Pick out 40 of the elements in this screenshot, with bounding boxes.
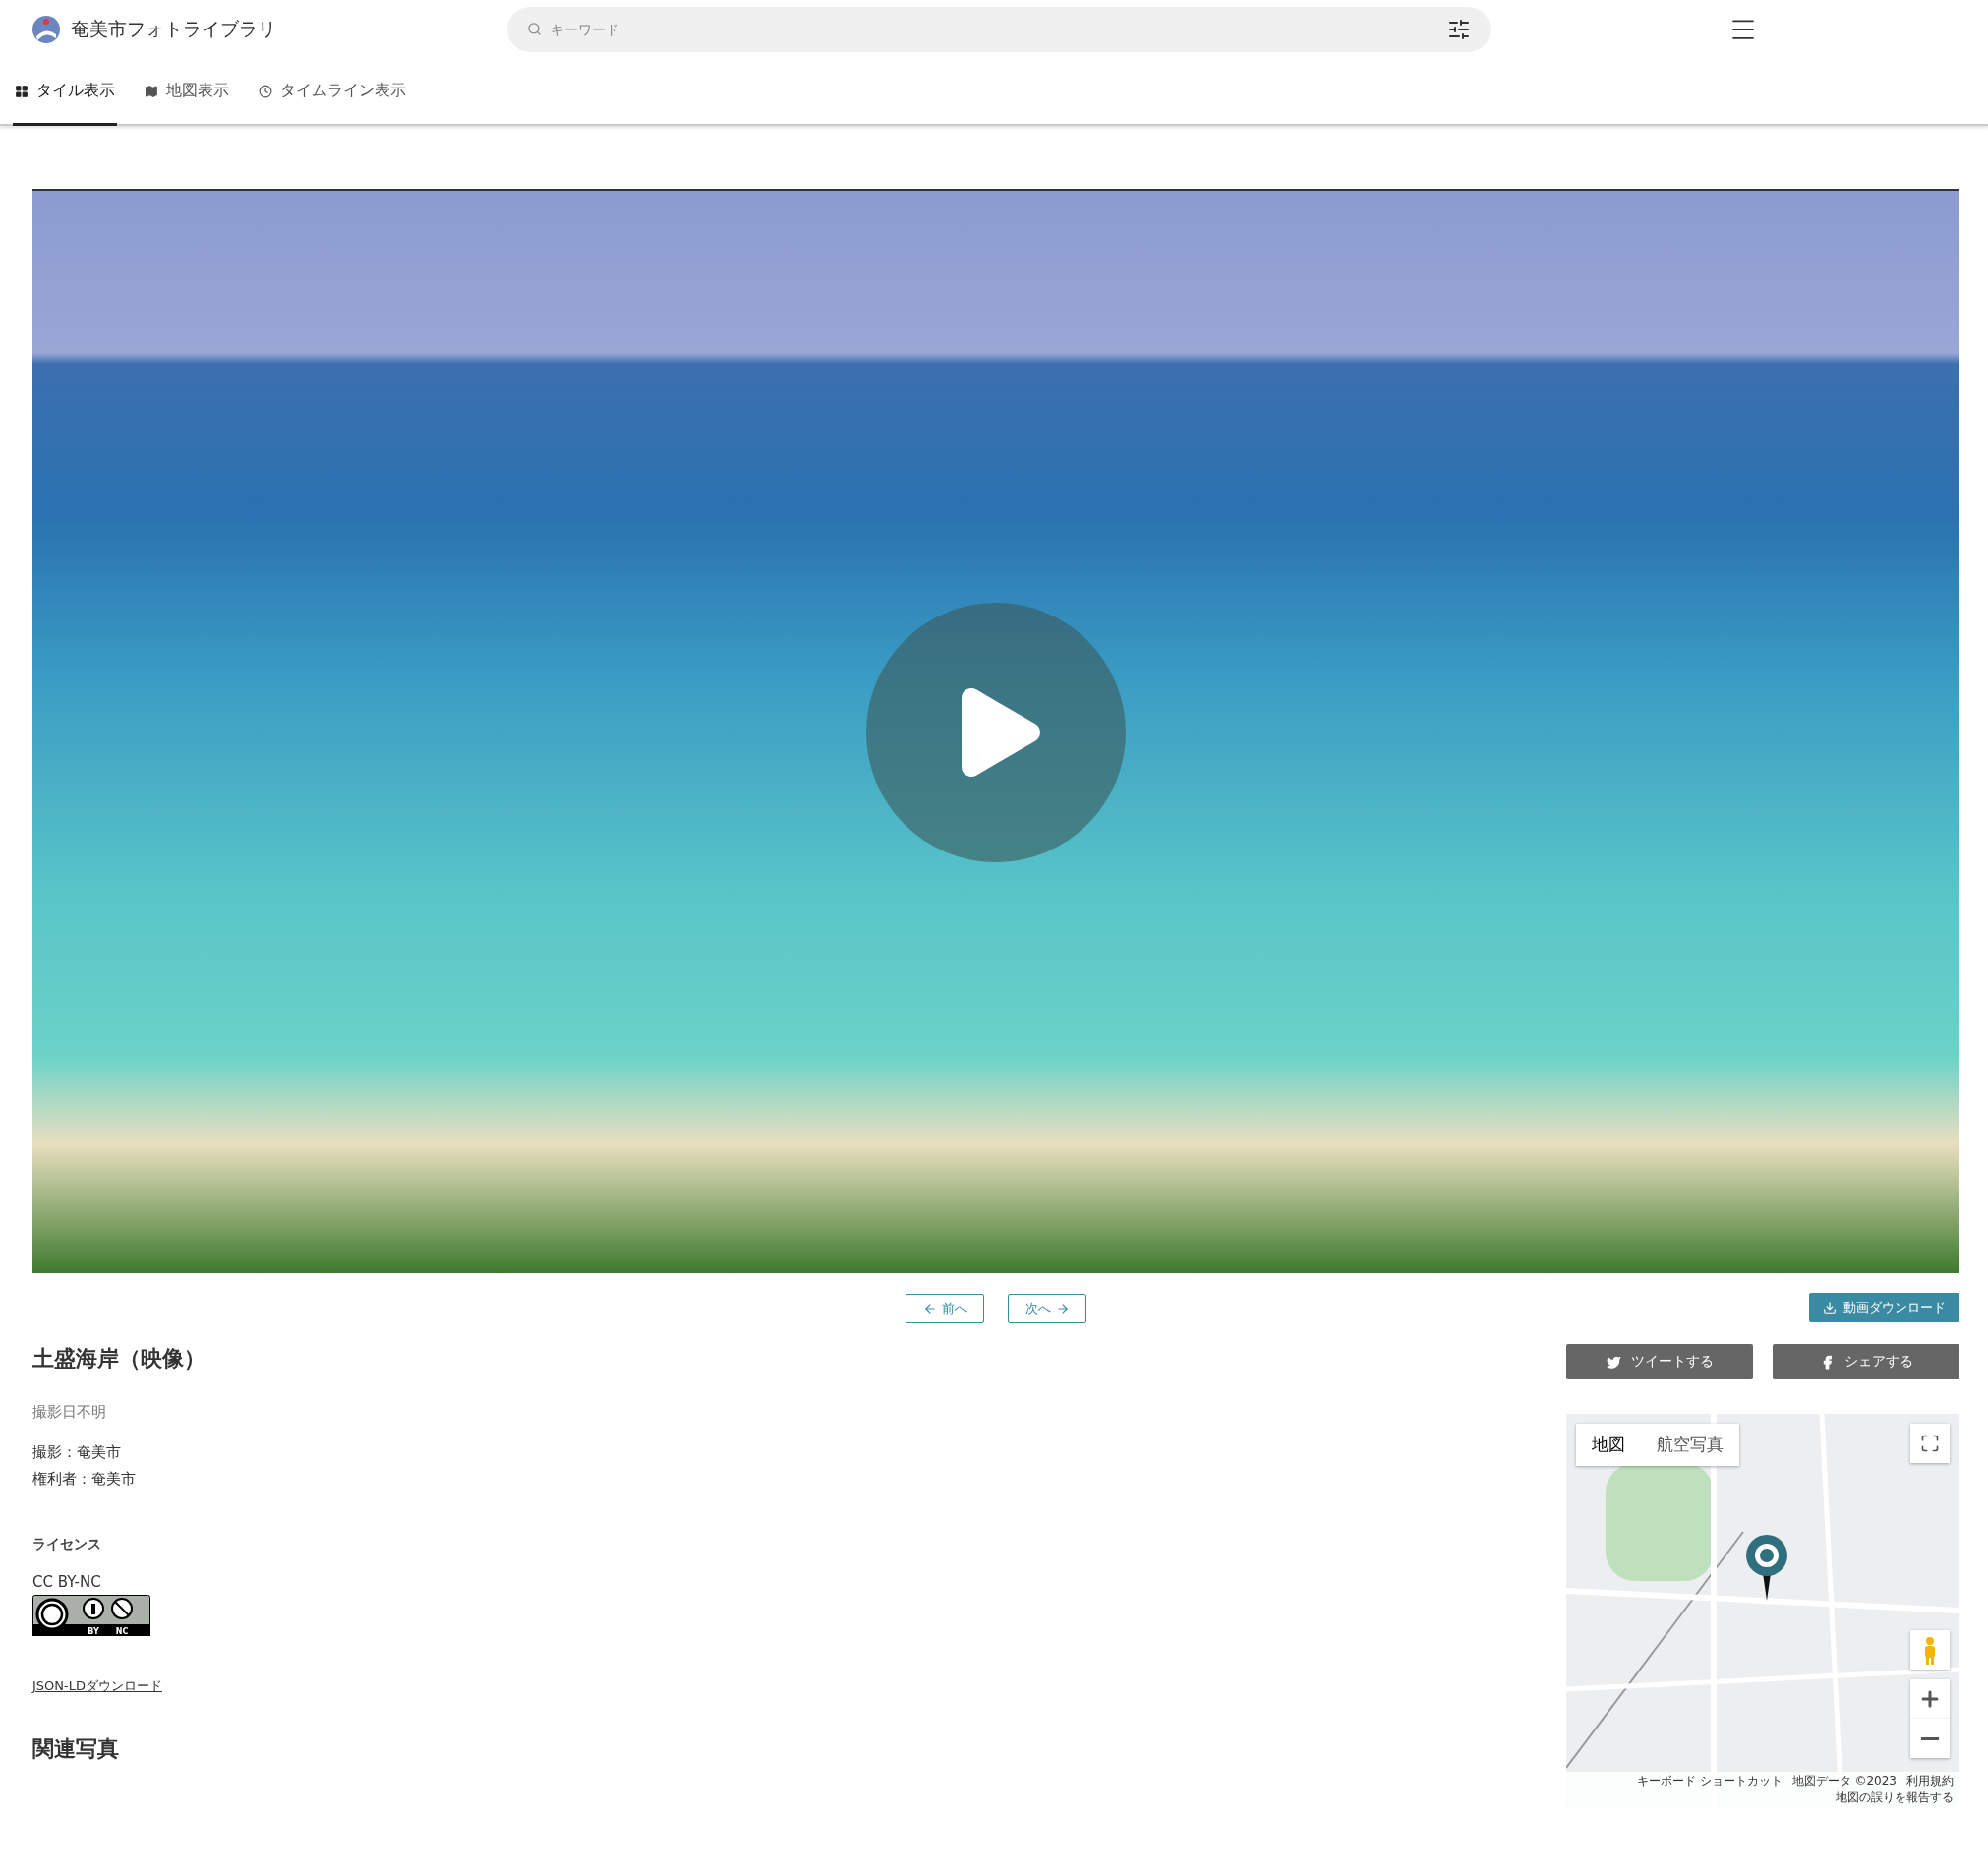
prev-button[interactable]: 前へ xyxy=(906,1294,984,1323)
share-button[interactable]: ツイートする xyxy=(1566,1344,1753,1379)
arrow-right-icon xyxy=(1055,1302,1070,1316)
grid-icon xyxy=(15,84,29,98)
item-title: 土盛海岸（映像） xyxy=(32,1345,205,1373)
credit-line: 権利者：奄美市 xyxy=(32,1470,137,1489)
zoom-out-button[interactable] xyxy=(1910,1719,1950,1758)
logo-icon xyxy=(31,15,61,44)
share-button[interactable]: シェアする xyxy=(1773,1344,1959,1379)
map-type-tab[interactable]: 地図 xyxy=(1576,1424,1641,1466)
download-button[interactable]: 動画ダウンロード xyxy=(1809,1293,1959,1322)
shooting-date: 撮影日不明 xyxy=(32,1403,107,1422)
view-tab[interactable]: タイムライン表示 xyxy=(257,59,408,126)
map-footer-link[interactable]: キーボード ショートカット xyxy=(1636,1773,1783,1789)
map-footer-link[interactable]: 地図の誤りを報告する xyxy=(1836,1789,1954,1806)
zoom-in-button[interactable] xyxy=(1910,1679,1950,1719)
license-name: CC BY-NC xyxy=(32,1573,102,1591)
map-footer-link[interactable]: 地図データ ©2023 xyxy=(1791,1773,1897,1789)
view-tab[interactable]: タイル表示 xyxy=(13,59,117,126)
site-title: 奄美市フォトライブラリ xyxy=(71,17,276,41)
view-tab[interactable]: 地図表示 xyxy=(143,59,231,126)
bird-icon xyxy=(1606,1354,1621,1370)
arrow-left-icon xyxy=(922,1302,937,1316)
fullscreen-icon xyxy=(1920,1434,1940,1453)
minus-icon xyxy=(1921,1736,1939,1740)
jsonld-download-link[interactable]: JSON-LDダウンロード xyxy=(32,1677,205,1695)
clock-icon xyxy=(259,84,272,98)
fullscreen-button[interactable] xyxy=(1910,1424,1950,1463)
download-icon xyxy=(1823,1301,1837,1315)
filter-sliders-icon[interactable] xyxy=(1447,18,1471,41)
search-icon xyxy=(527,22,542,36)
next-button[interactable]: 次へ xyxy=(1008,1294,1086,1323)
map-footer-link[interactable]: 利用規約 xyxy=(1906,1773,1954,1789)
license-heading: ライセンス xyxy=(32,1536,102,1554)
license-badge: BY NC xyxy=(32,1595,150,1636)
related-heading: 関連写真 xyxy=(32,1735,120,1763)
map-type-tab[interactable]: 航空写真 xyxy=(1641,1424,1739,1466)
search-field[interactable]: キーワード xyxy=(507,7,1491,52)
credit-line: 撮影：奄美市 xyxy=(32,1443,122,1462)
map-icon xyxy=(145,84,158,98)
